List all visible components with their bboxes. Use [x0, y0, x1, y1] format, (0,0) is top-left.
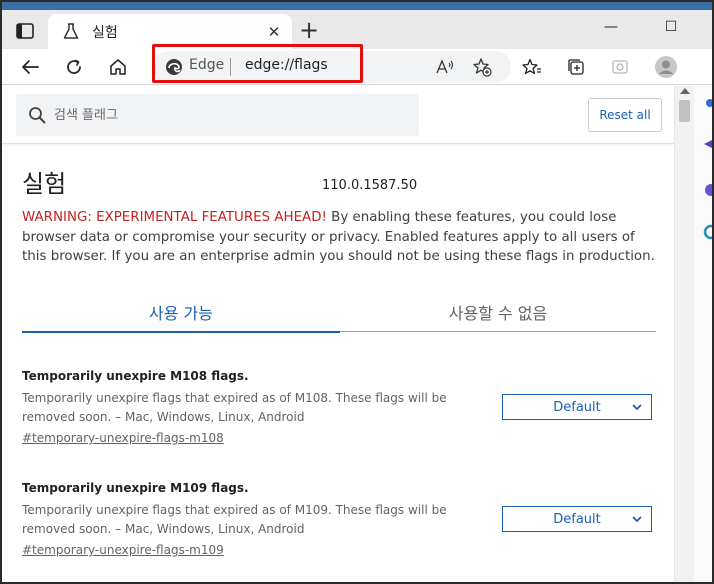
search-icon	[29, 107, 46, 124]
tab-actions-icon	[16, 23, 34, 39]
flag-item: Temporarily unexpire M109 flags. Tempora…	[22, 481, 662, 558]
sidebar-app-icons	[703, 99, 712, 240]
page-scrollbar[interactable]	[674, 86, 694, 582]
flags-header: Reset all	[2, 86, 674, 144]
extension-button[interactable]	[606, 53, 634, 81]
browser-window: 실험 ✕ + — ☐ Edge edge://flags 검색 플래그 Rese…	[0, 0, 714, 584]
favorites-button[interactable]	[518, 53, 546, 81]
chevron-down-icon	[632, 516, 642, 523]
flag-description: Temporarily unexpire flags that expired …	[22, 391, 447, 424]
tab-unavailable[interactable]: 사용할 수 없음	[340, 292, 656, 332]
tab-available[interactable]: 사용 가능	[22, 292, 340, 333]
tab-actions-button[interactable]	[12, 20, 38, 42]
profile-button[interactable]	[652, 53, 680, 81]
chevron-down-icon	[632, 404, 642, 411]
favorites-star-icon	[522, 58, 541, 75]
tab-title: 실험	[92, 24, 118, 41]
refresh-icon	[67, 59, 81, 74]
flask-icon	[62, 23, 80, 41]
flag-description: Temporarily unexpire flags that expired …	[22, 503, 447, 536]
flag-state-value: Default	[553, 511, 601, 527]
minimize-button[interactable]: —	[596, 14, 626, 40]
version-label: 110.0.1587.50	[322, 178, 418, 193]
search-field[interactable]	[16, 94, 419, 136]
minimize-icon: —	[604, 19, 618, 35]
flag-state-select[interactable]: Default	[502, 506, 652, 532]
home-button[interactable]	[104, 53, 132, 81]
new-tab-button[interactable]: +	[295, 18, 323, 44]
scroll-thumb[interactable]	[679, 100, 690, 122]
flags-tabs: 사용 가능 사용할 수 없음	[22, 292, 656, 333]
page-title: 실험	[22, 170, 67, 198]
background-window-strip	[2, 2, 712, 10]
scroll-up-icon[interactable]	[680, 88, 690, 94]
flag-anchor-link[interactable]: #temporary-unexpire-flags-m108	[22, 431, 224, 445]
flag-anchor-link[interactable]: #temporary-unexpire-flags-m109	[22, 543, 224, 557]
red-highlight-box	[152, 44, 363, 83]
reset-all-button[interactable]: Reset all	[588, 98, 662, 132]
add-favorite-icon[interactable]	[472, 57, 492, 77]
collections-button[interactable]	[562, 53, 590, 81]
flag-state-value: Default	[553, 399, 601, 415]
tab-strip: 실험 ✕ + — ☐	[2, 2, 712, 49]
flag-state-select[interactable]: Default	[502, 394, 652, 420]
collections-icon	[568, 59, 584, 75]
warning-heading: WARNING: EXPERIMENTAL FEATURES AHEAD!	[22, 210, 327, 225]
search-input[interactable]	[54, 107, 394, 123]
extension-icon	[612, 60, 628, 74]
back-arrow-icon	[22, 60, 39, 74]
read-aloud-icon[interactable]	[435, 57, 455, 77]
flag-item: Temporarily unexpire M108 flags. Tempora…	[22, 369, 662, 446]
flags-page: Reset all 실험 110.0.1587.50 WARNING: EXPE…	[2, 86, 712, 582]
back-button[interactable]	[16, 53, 44, 81]
navigation-bar: Edge edge://flags	[2, 44, 712, 85]
flag-title: Temporarily unexpire M108 flags.	[22, 369, 249, 383]
warning-message: WARNING: EXPERIMENTAL FEATURES AHEAD! By…	[22, 208, 662, 267]
maximize-icon: ☐	[664, 19, 678, 35]
flag-title: Temporarily unexpire M109 flags.	[22, 481, 249, 495]
maximize-button[interactable]: ☐	[656, 14, 686, 40]
tab-close-icon[interactable]: ✕	[262, 20, 286, 44]
refresh-button[interactable]	[60, 53, 88, 81]
avatar	[655, 56, 677, 78]
sidebar-strip	[694, 86, 712, 582]
home-icon	[110, 59, 126, 75]
